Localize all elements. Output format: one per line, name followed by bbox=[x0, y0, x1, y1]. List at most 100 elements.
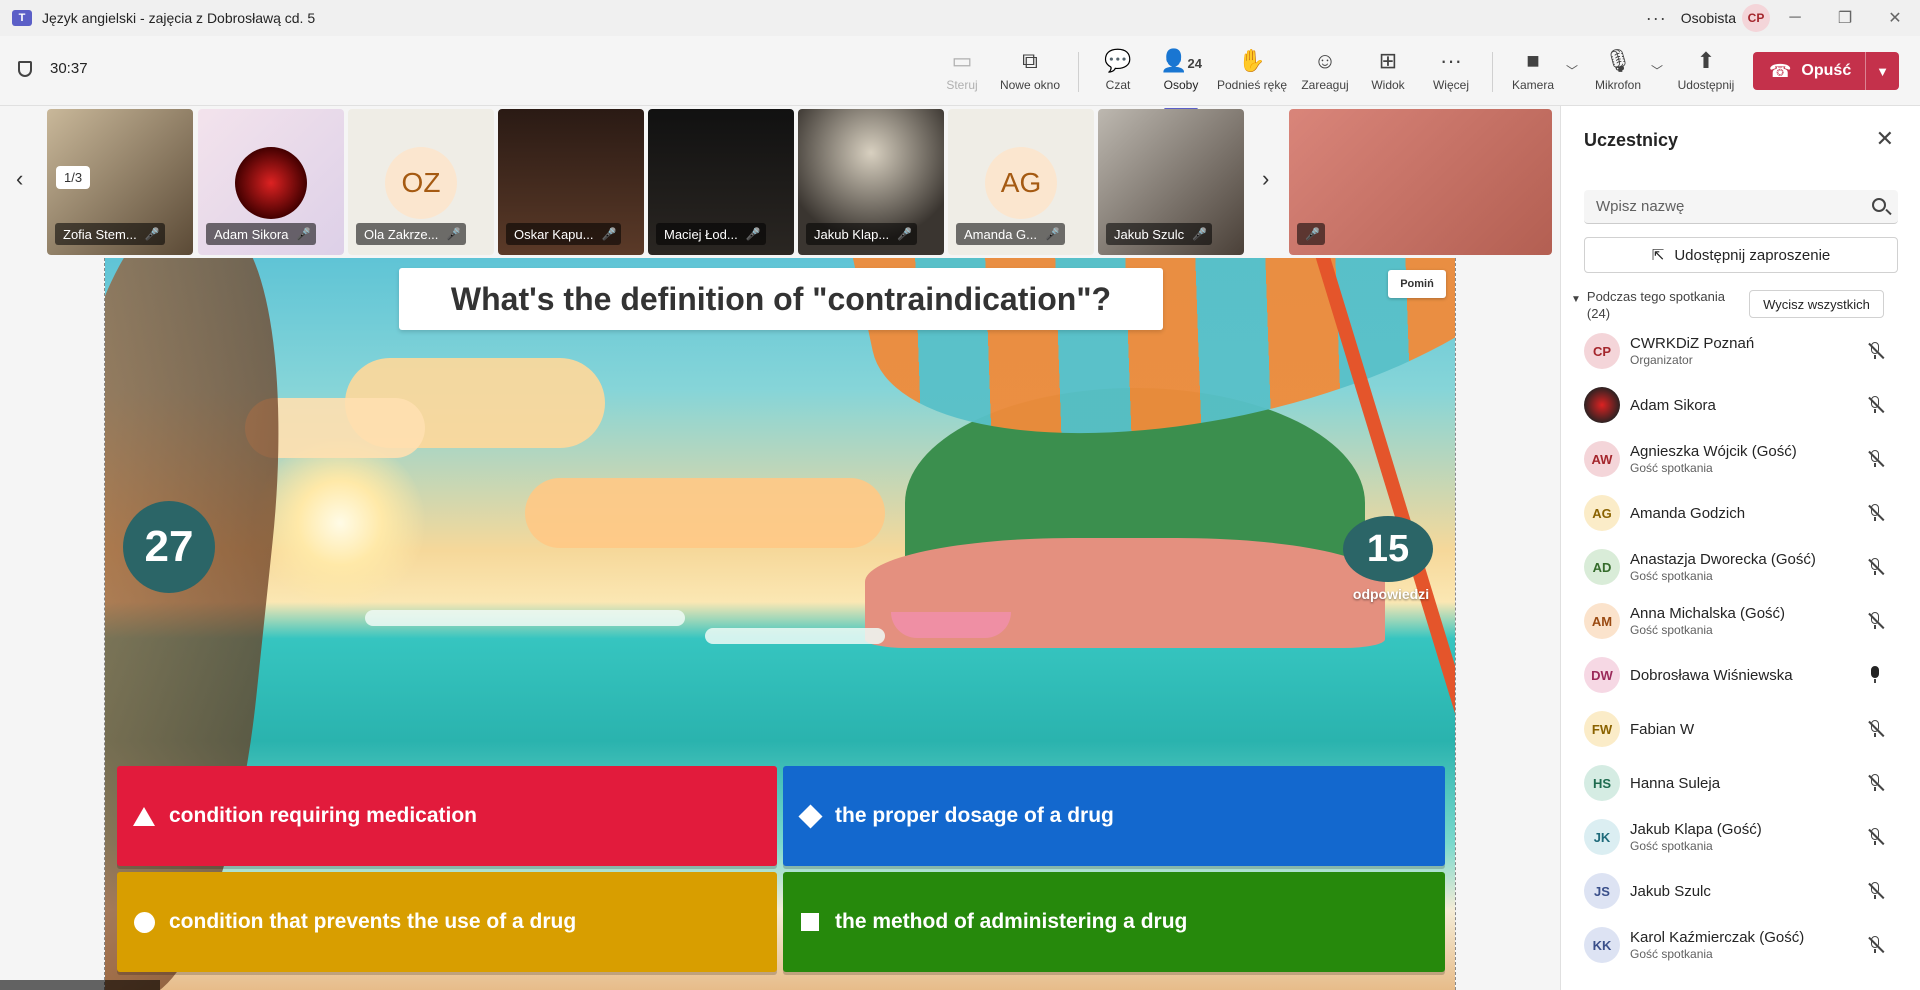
search-field[interactable] bbox=[1584, 190, 1898, 224]
section-header[interactable]: ▼ Podczas tego spotkania (24) bbox=[1571, 288, 1737, 322]
shared-screen-stage: What's the definition of "contraindicati… bbox=[104, 258, 1456, 990]
share-invite-button[interactable]: ⇱ Udostępnij zaproszenie bbox=[1584, 237, 1898, 273]
chat-label: Czat bbox=[1105, 78, 1131, 92]
mic-off-icon bbox=[1866, 720, 1885, 738]
people-button[interactable]: 👤24 Osoby bbox=[1146, 48, 1216, 111]
leave-options-chevron-icon[interactable]: ▼ bbox=[1865, 52, 1899, 90]
avatar bbox=[235, 147, 307, 219]
video-tile[interactable]: Oskar Kapu... 🎤 bbox=[498, 109, 644, 255]
participant-row[interactable]: HS Hanna Suleja bbox=[1561, 756, 1920, 810]
people-count: 24 bbox=[1187, 56, 1202, 71]
video-strip: ‹ 1/3 Zofia Stem... 🎤 Adam Sikora 🎤 OZ Ola… bbox=[0, 106, 1560, 258]
participant-name: Dobrosława Wiśniewska bbox=[1630, 666, 1793, 684]
view-button[interactable]: ⊞ Widok bbox=[1353, 48, 1423, 92]
people-icon: 👤24 bbox=[1160, 48, 1202, 73]
participant-row[interactable]: FW Fabian W bbox=[1561, 702, 1920, 756]
hang-up-icon: ☎ bbox=[1769, 60, 1792, 81]
meeting-toolbar: 30:37 ▭ Steruj ⧉ Nowe okno 💬 Czat 👤24 Os… bbox=[0, 36, 1920, 111]
grid-icon: ⊞ bbox=[1378, 48, 1398, 73]
microphone-button[interactable]: 🎙 Mikrofon bbox=[1583, 48, 1653, 92]
close-window-icon[interactable]: ✕ bbox=[1870, 8, 1920, 28]
participant-list: CP CWRKDiZ Poznań Organizator Adam Sikora… bbox=[1561, 324, 1920, 972]
participant-role: Gość spotkania bbox=[1630, 839, 1713, 853]
triangle-icon bbox=[133, 805, 155, 827]
close-icon[interactable]: ✕ bbox=[1876, 126, 1894, 152]
participant-row[interactable]: JK Jakub Klapa (Gość) Gość spotkania bbox=[1561, 810, 1920, 864]
participant-row[interactable]: CP CWRKDiZ Poznań Organizator bbox=[1561, 324, 1920, 378]
participant-row[interactable]: DW Dobrosława Wiśniewska bbox=[1561, 648, 1920, 702]
avatar: JS bbox=[1584, 873, 1620, 909]
video-tile[interactable]: AG Amanda G... 🎤 bbox=[948, 109, 1094, 255]
meeting-timer: 30:37 bbox=[18, 60, 88, 77]
search-input[interactable] bbox=[1596, 198, 1846, 215]
new-window-label: Nowe okno bbox=[999, 78, 1061, 92]
chat-button[interactable]: 💬 Czat bbox=[1083, 48, 1153, 92]
avatar: FW bbox=[1584, 711, 1620, 747]
share-label: Udostępnij bbox=[1677, 78, 1735, 92]
participant-name: Hanna Suleja bbox=[1630, 774, 1721, 792]
more-button[interactable]: ··· Więcej bbox=[1416, 48, 1486, 92]
restore-icon[interactable]: ❐ bbox=[1820, 8, 1870, 28]
strip-prev-arrow-icon[interactable]: ‹ bbox=[16, 166, 23, 192]
answer-option-diamond[interactable]: the proper dosage of a drug bbox=[783, 766, 1445, 866]
tile-name-label: Zofia Stem... 🎤 bbox=[55, 223, 165, 245]
avatar: DW bbox=[1584, 657, 1620, 693]
tile-name: Jakub Szulc bbox=[1114, 226, 1185, 242]
tile-name-label: Jakub Klap... 🎤 bbox=[806, 223, 918, 245]
react-button[interactable]: ☺ Zareaguj bbox=[1290, 48, 1360, 92]
strip-next-arrow-icon[interactable]: › bbox=[1262, 166, 1269, 192]
mic-off-icon bbox=[1866, 504, 1885, 522]
share-button[interactable]: ⬆ Udostępnij bbox=[1671, 48, 1741, 92]
timer-text: 30:37 bbox=[50, 60, 88, 77]
self-video-tile[interactable]: 🎤 bbox=[1289, 109, 1552, 255]
mute-all-button[interactable]: Wycisz wszystkich bbox=[1749, 290, 1884, 318]
answer-text: condition that prevents the use of a dru… bbox=[169, 910, 577, 933]
answer-text: the proper dosage of a drug bbox=[835, 804, 1114, 827]
mic-off-icon: 🎤 bbox=[144, 227, 160, 241]
leave-button[interactable]: ☎ Opuść ▼ bbox=[1753, 52, 1899, 90]
raise-hand-button[interactable]: ✋ Podnieś rękę bbox=[1217, 48, 1287, 92]
profile-avatar[interactable]: CP bbox=[1742, 4, 1770, 32]
participant-name: Karol Kaźmierczak (Gość) bbox=[1630, 929, 1805, 946]
mic-off-icon bbox=[1866, 558, 1885, 576]
teams-logo-icon: T bbox=[12, 10, 32, 26]
participant-name: Jakub Szulc bbox=[1630, 882, 1711, 900]
avatar: KK bbox=[1584, 927, 1620, 963]
steruj-button[interactable]: ▭ Steruj bbox=[927, 48, 997, 92]
participant-row[interactable]: AD Anastazja Dworecka (Gość) Gość spotkan… bbox=[1561, 540, 1920, 594]
video-tile[interactable]: Adam Sikora 🎤 bbox=[198, 109, 344, 255]
presenter-name-label bbox=[0, 980, 160, 990]
participants-panel: Uczestnicy ✕ ⇱ Udostępnij zaproszenie ▼ … bbox=[1560, 106, 1920, 990]
tile-name-label: Adam Sikora 🎤 bbox=[206, 223, 317, 245]
participant-row[interactable]: AG Amanda Godzich bbox=[1561, 486, 1920, 540]
participant-row[interactable]: KK Karol Kaźmierczak (Gość) Gość spotkani… bbox=[1561, 918, 1920, 972]
minimize-icon[interactable]: ─ bbox=[1770, 9, 1820, 27]
title-bar: T Język angielski - zajęcia z Dobrosławą… bbox=[0, 0, 1920, 36]
more-options-icon[interactable]: ··· bbox=[1646, 8, 1667, 29]
video-tile[interactable]: Jakub Szulc 🎤 bbox=[1098, 109, 1244, 255]
answer-option-square[interactable]: the method of administering a drug bbox=[783, 872, 1445, 972]
video-tile[interactable]: Jakub Klap... 🎤 bbox=[798, 109, 944, 255]
profile-label[interactable]: Osobista bbox=[1681, 10, 1736, 26]
tile-name-label: Oskar Kapu... 🎤 bbox=[506, 223, 622, 245]
react-label: Zareaguj bbox=[1301, 78, 1349, 92]
skip-button[interactable]: Pomiń bbox=[1388, 270, 1446, 298]
mic-off-icon bbox=[1866, 936, 1885, 954]
video-tile[interactable]: Maciej Łod... 🎤 bbox=[648, 109, 794, 255]
answer-option-triangle[interactable]: condition requiring medication bbox=[117, 766, 777, 866]
participant-row[interactable]: Adam Sikora bbox=[1561, 378, 1920, 432]
participant-row[interactable]: JS Jakub Szulc bbox=[1561, 864, 1920, 918]
quiz-question: What's the definition of "contraindicati… bbox=[399, 268, 1163, 330]
answer-text: the method of administering a drug bbox=[835, 910, 1188, 933]
mic-options-chevron-icon[interactable]: ﹀ bbox=[1651, 62, 1663, 79]
video-tile[interactable]: OZ Ola Zakrze... 🎤 bbox=[348, 109, 494, 255]
search-icon[interactable] bbox=[1872, 198, 1886, 212]
answers-label: odpowiedzi bbox=[1352, 586, 1430, 602]
participant-row[interactable]: AW Agnieszka Wójcik (Gość) Gość spotkania bbox=[1561, 432, 1920, 486]
camera-options-chevron-icon[interactable]: ﹀ bbox=[1566, 62, 1578, 79]
window-title: Język angielski - zajęcia z Dobrosławą c… bbox=[42, 10, 316, 26]
participant-row[interactable]: AM Anna Michalska (Gość) Gość spotkania bbox=[1561, 594, 1920, 648]
camera-button[interactable]: ■ Kamera bbox=[1498, 48, 1568, 92]
answer-option-circle[interactable]: condition that prevents the use of a dru… bbox=[117, 872, 777, 972]
new-window-button[interactable]: ⧉ Nowe okno bbox=[995, 48, 1065, 92]
